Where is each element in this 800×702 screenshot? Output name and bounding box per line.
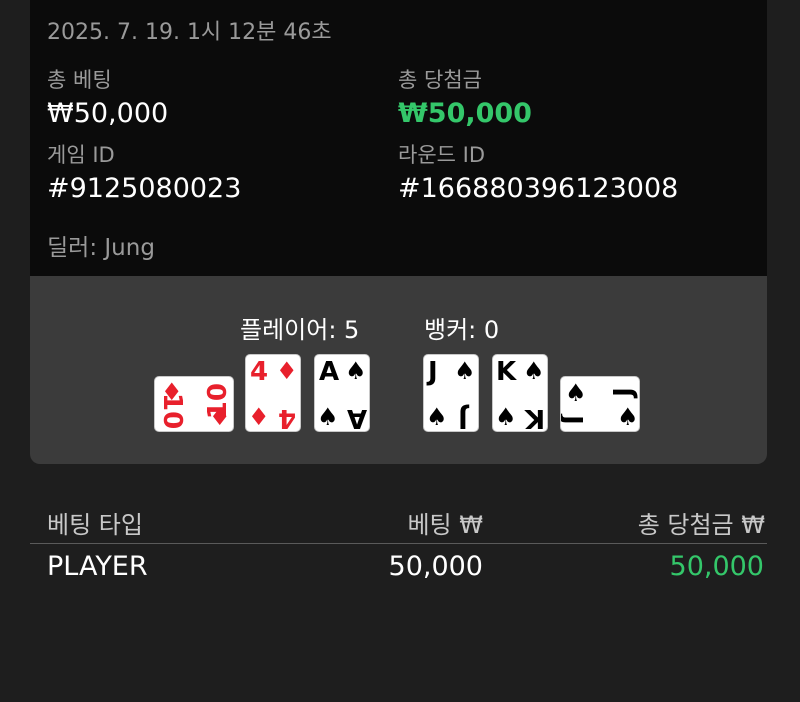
total-bet-value: ₩50,000	[47, 98, 169, 129]
banker-card-2: K ♠ ♠ K	[492, 354, 548, 432]
banker-score: 뱅커: 0	[424, 316, 500, 344]
bet-type-cell: PLAYER	[47, 551, 148, 582]
diamond-icon: ♦	[276, 357, 298, 385]
table-divider	[30, 543, 767, 544]
card-rank: J	[561, 415, 587, 425]
card-rank: A	[347, 403, 368, 432]
card-rank: 4	[278, 403, 297, 432]
spade-icon: ♠	[317, 403, 339, 431]
spade-icon: ♠	[426, 403, 448, 431]
round-timestamp: 2025. 7. 19. 1시 12분 46초	[47, 20, 332, 45]
win-amount-cell: 50,000	[669, 551, 764, 582]
card-rank: K	[525, 403, 546, 432]
card-rank: A	[319, 357, 340, 387]
player-card-2: 4 ♦ ♦ 4	[245, 354, 301, 432]
column-header-bet-type: 베팅 타입	[47, 511, 143, 539]
card-rank: 4	[250, 357, 269, 387]
player-card-3: A ♠ ♠ A	[314, 354, 370, 432]
banker-card-3: ♠ J J ♠	[560, 376, 640, 432]
dealer-name: 딜러: Jung	[47, 235, 155, 261]
card-hands-panel: 플레이어: 5 뱅커: 0 10 ♦ 10 ♦ 4 ♦ ♦ 4 A ♠ ♠ A …	[30, 276, 767, 464]
total-bet-label: 총 베팅	[47, 68, 112, 92]
banker-card-1: J ♠ ♠ J	[423, 354, 479, 432]
spade-icon: ♠	[495, 403, 517, 431]
round-info-panel: 2025. 7. 19. 1시 12분 46초 총 베팅 ₩50,000 총 당…	[30, 0, 767, 276]
diamond-icon: ♦	[161, 378, 183, 406]
game-id-label: 게임 ID	[47, 143, 115, 167]
total-win-value: ₩50,000	[398, 98, 532, 129]
column-header-total-win: 총 당첨금 ₩	[637, 511, 765, 539]
spade-icon: ♠	[454, 357, 476, 385]
game-id-value: #9125080023	[47, 173, 242, 204]
card-rank: J	[428, 357, 438, 387]
total-win-label: 총 당첨금	[398, 68, 482, 92]
spade-icon: ♠	[523, 357, 545, 385]
bet-amount-cell: 50,000	[388, 551, 483, 582]
card-rank: K	[496, 357, 517, 387]
column-header-bet-amount: 베팅 ₩	[407, 511, 483, 539]
player-score: 플레이어: 5	[240, 316, 360, 344]
player-card-1: 10 ♦ 10 ♦	[154, 376, 234, 432]
spade-icon: ♠	[617, 403, 639, 431]
round-id-label: 라운드 ID	[398, 143, 485, 167]
diamond-icon: ♦	[209, 403, 231, 431]
card-rank: J	[458, 403, 468, 432]
spade-icon: ♠	[345, 357, 367, 385]
spade-icon: ♠	[565, 379, 587, 407]
diamond-icon: ♦	[248, 403, 270, 431]
card-rank: J	[608, 387, 639, 397]
round-id-value: #166880396123008	[398, 173, 679, 204]
